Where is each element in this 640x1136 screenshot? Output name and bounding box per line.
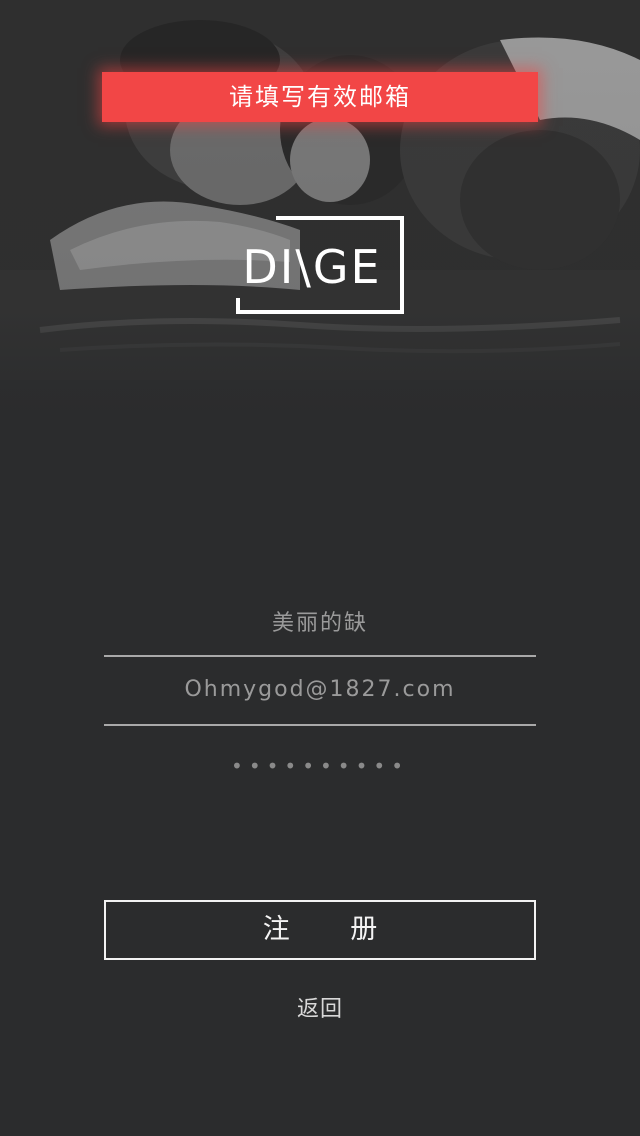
back-link[interactable]: 返回 xyxy=(240,990,400,1030)
divider xyxy=(104,724,536,726)
error-banner: 请填写有效邮箱 xyxy=(102,72,538,122)
email-field[interactable]: Ohmygod@1827.com xyxy=(104,670,536,710)
logo: DI\GE xyxy=(232,214,408,318)
password-field[interactable]: •••••••••• xyxy=(104,748,536,784)
register-button[interactable]: 注 册 xyxy=(104,900,536,960)
error-message: 请填写有效邮箱 xyxy=(229,83,411,111)
nickname-field[interactable]: 美丽的缺 xyxy=(104,604,536,644)
hero-background-image xyxy=(0,0,640,420)
logo-text: DI\GE xyxy=(242,240,382,294)
divider xyxy=(104,655,536,657)
